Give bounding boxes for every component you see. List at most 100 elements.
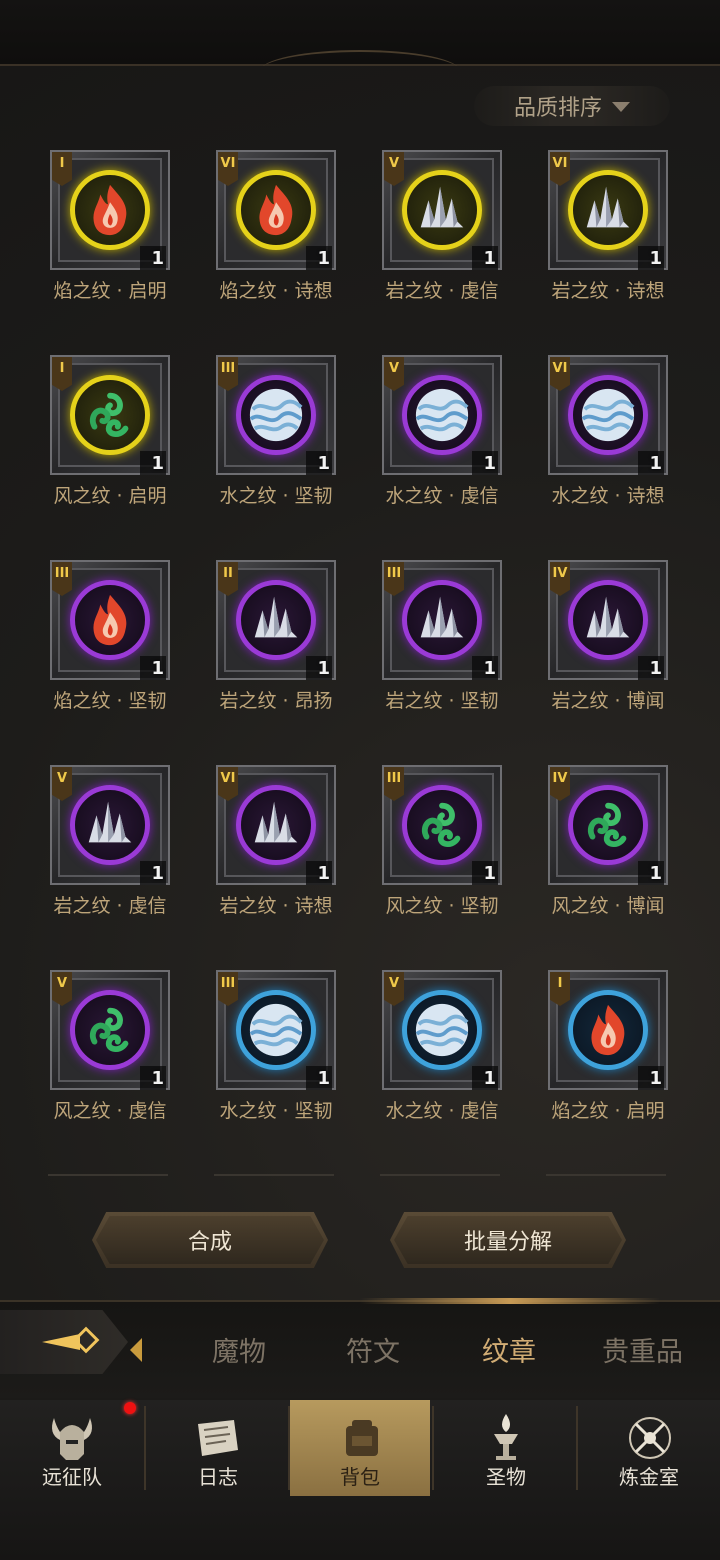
item-count: 1 — [483, 248, 496, 269]
item-count: 1 — [483, 658, 496, 679]
alchemy-icon — [629, 1417, 671, 1459]
batch-decompose-label: 批量分解 — [463, 1230, 552, 1255]
tab-active-indicator — [360, 1298, 660, 1304]
tab-valuables[interactable]: 贵重品 — [602, 1330, 683, 1369]
tab-runes-label: 符文 — [346, 1337, 400, 1368]
tab-valuables-label: 贵重品 — [602, 1337, 683, 1368]
tier-badge: I — [550, 972, 570, 1006]
crest-item[interactable]: III 1 风之纹 · 坚韧 — [380, 765, 504, 935]
rock-crest-icon — [568, 170, 648, 250]
crest-item[interactable]: IV 1 风之纹 · 博闻 — [546, 765, 670, 935]
item-slot: I1 — [50, 355, 170, 475]
fire-crest-icon — [236, 170, 316, 250]
nav-journal[interactable]: 日志 — [146, 1400, 290, 1496]
item-slot: V1 — [382, 150, 502, 270]
batch-decompose-button[interactable]: 批量分解 — [390, 1212, 626, 1268]
wind-crest-icon — [70, 375, 150, 455]
tier-badge: II — [218, 562, 238, 596]
nav-expedition[interactable]: 远征队 — [0, 1400, 144, 1496]
tab-crests-label: 纹章 — [482, 1337, 536, 1368]
crest-item[interactable]: IV 1 岩之纹 · 博闻 — [546, 560, 670, 730]
tier-badge: VI — [550, 152, 570, 186]
crest-item[interactable]: V 1 岩之纹 · 虔信 — [380, 150, 504, 320]
sort-dropdown[interactable]: 品质排序 — [474, 86, 670, 126]
wind-crest-icon — [70, 990, 150, 1070]
nav-alchemy[interactable]: 炼金室 — [578, 1400, 720, 1496]
wind-crest-icon — [402, 785, 482, 865]
item-name: 焰之纹 · 坚韧 — [53, 690, 167, 712]
item-name: 岩之纹 · 坚韧 — [385, 690, 499, 712]
nav-relics[interactable]: 圣物 — [434, 1400, 578, 1496]
tier-badge: III — [384, 767, 404, 801]
tab-monsters[interactable]: 魔物 — [212, 1330, 266, 1369]
crest-item[interactable]: I 1 焰之纹 · 启明 — [48, 150, 172, 320]
tier-badge: V — [52, 972, 72, 1006]
item-slot: V1 — [382, 355, 502, 475]
item-count: 1 — [151, 453, 164, 474]
item-count: 1 — [649, 453, 662, 474]
crest-item[interactable]: III 1 水之纹 · 坚韧 — [214, 355, 338, 525]
item-slot: III 1 — [216, 355, 336, 475]
item-slot: III 1 — [50, 560, 170, 680]
crest-item[interactable]: I 1 焰之纹 · 启明 — [546, 970, 670, 1140]
synthesize-button[interactable]: 合成 — [92, 1212, 328, 1268]
item-name: 风之纹 · 博闻 — [551, 895, 665, 917]
tab-crests[interactable]: 纹章 — [482, 1330, 536, 1369]
item-slot: VI 1 — [216, 765, 336, 885]
crest-item[interactable]: III 1 焰之纹 · 坚韧 — [48, 560, 172, 730]
crest-item[interactable]: III 1 岩之纹 · 坚韧 — [380, 560, 504, 730]
tier-badge: V — [384, 972, 404, 1006]
tier-badge: V — [52, 767, 72, 801]
tier-badge: VI — [550, 357, 570, 391]
crest-item[interactable]: II 1 岩之纹 · 昂扬 — [214, 560, 338, 730]
nav-backpack-label: 背包 — [340, 1465, 380, 1489]
fire-crest-icon — [568, 990, 648, 1070]
item-name: 岩之纹 · 虔信 — [385, 280, 499, 302]
crest-item[interactable]: VI 1 岩之纹 · 诗想 — [546, 150, 670, 320]
rock-crest-icon — [236, 580, 316, 660]
item-count: 1 — [317, 658, 330, 679]
water-crest-icon — [402, 990, 482, 1070]
synthesize-label: 合成 — [187, 1230, 232, 1255]
crest-item[interactable]: V 1 水之纹 · 虔信 — [380, 970, 504, 1140]
tier-badge: III — [218, 972, 238, 1006]
crest-item[interactable]: VI 1 焰之纹 · 诗想 — [214, 150, 338, 320]
crest-item[interactable]: VI 1 水之纹 · 诗想 — [546, 355, 670, 525]
chevron-left-icon[interactable] — [128, 1336, 144, 1364]
item-count: 1 — [483, 453, 496, 474]
wind-crest-icon — [568, 785, 648, 865]
crest-item[interactable]: V 1 水之纹 · 虔信 — [380, 355, 504, 525]
item-count: 1 — [151, 863, 164, 884]
rock-crest-icon — [70, 785, 150, 865]
item-slot: V1 — [382, 970, 502, 1090]
water-crest-icon — [236, 375, 316, 455]
tier-badge: I — [52, 357, 72, 391]
crest-item[interactable]: VI 1 岩之纹 · 诗想 — [214, 765, 338, 935]
item-count: 1 — [649, 863, 662, 884]
item-name: 水之纹 · 坚韧 — [219, 485, 333, 507]
item-slot: VI 1 — [216, 150, 336, 270]
brazier-icon — [494, 1414, 518, 1460]
nav-journal-label: 日志 — [198, 1465, 238, 1489]
item-count: 1 — [317, 453, 330, 474]
tier-badge: VI — [218, 152, 238, 186]
item-count: 1 — [649, 1068, 662, 1089]
nav-expedition-label: 远征队 — [42, 1465, 102, 1489]
nav-backpack[interactable]: 背包 — [290, 1400, 430, 1496]
chevron-down-icon — [612, 102, 630, 112]
tier-badge: V — [384, 152, 404, 186]
tab-runes[interactable]: 符文 — [346, 1330, 400, 1369]
crest-item[interactable]: III 1 水之纹 · 坚韧 — [214, 970, 338, 1140]
fire-crest-icon — [70, 580, 150, 660]
item-slot: IV 1 — [548, 765, 668, 885]
tier-badge: IV — [550, 767, 570, 801]
crest-item[interactable]: V 1 岩之纹 · 虔信 — [48, 765, 172, 935]
tier-badge: V — [384, 357, 404, 391]
crest-item[interactable]: V 1 风之纹 · 虔信 — [48, 970, 172, 1140]
item-slot: IV 1 — [548, 560, 668, 680]
crest-item[interactable]: I 1 风之纹 · 启明 — [48, 355, 172, 525]
item-slot: III 1 — [216, 970, 336, 1090]
item-slot: III 1 — [382, 560, 502, 680]
item-slot: I1 — [548, 970, 668, 1090]
top-frame — [0, 0, 720, 66]
